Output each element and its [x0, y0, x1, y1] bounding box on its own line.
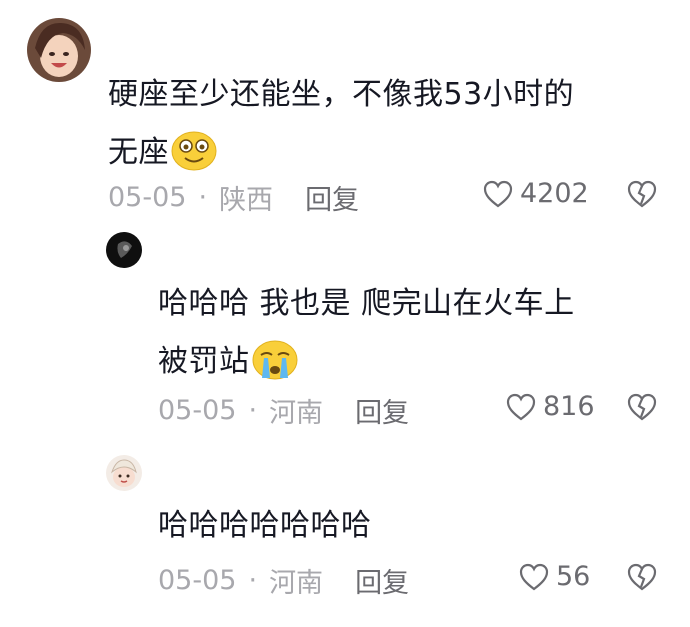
comment-location: 河南	[269, 398, 324, 429]
comment-text-content: 哈哈哈 我也是 爬完山在火车上	[158, 286, 575, 321]
comment-text: 硬座至少还能坐，不像我53小时的 无座	[108, 66, 668, 191]
comment-text-content: 硬座至少还能坐，不像我53小时的	[108, 77, 575, 112]
separator-dot: ·	[248, 565, 258, 596]
dislike-button[interactable]	[626, 393, 658, 425]
like-count: 4202	[520, 178, 589, 209]
girl-avatar-icon	[27, 18, 91, 82]
comment-text: 哈哈哈哈哈哈哈	[158, 497, 668, 555]
commenter-avatar[interactable]	[106, 455, 142, 491]
broken-heart-icon	[627, 180, 657, 208]
heart-icon	[483, 180, 513, 207]
dislike-button[interactable]	[626, 180, 658, 212]
comment-text-content-2: 被罚站	[158, 344, 250, 379]
reply-button[interactable]: 回复	[355, 561, 409, 600]
like-button[interactable]: 816	[505, 391, 595, 422]
reply-button[interactable]: 回复	[305, 178, 359, 217]
comment-meta: 05-05 · 河南 回复	[158, 561, 409, 600]
heart-icon	[506, 393, 536, 420]
comment-meta: 05-05 · 陕西 回复	[108, 178, 359, 217]
broken-heart-icon	[627, 393, 657, 421]
comment-date: 05-05	[158, 395, 237, 426]
comment-text: 哈哈哈 我也是 爬完山在火车上 被罚站	[158, 275, 668, 400]
comment-date: 05-05	[158, 565, 237, 596]
cartoon-avatar-icon	[106, 455, 142, 491]
like-count: 816	[543, 391, 595, 422]
like-button[interactable]: 56	[518, 561, 590, 592]
broken-heart-icon	[627, 563, 657, 591]
reply-button[interactable]: 回复	[355, 391, 409, 430]
comment-text-content: 哈哈哈哈哈哈哈	[158, 508, 372, 543]
heart-icon	[519, 563, 549, 590]
separator-dot: ·	[198, 182, 208, 213]
comment-meta: 05-05 · 河南 回复	[158, 391, 409, 430]
dislike-button[interactable]	[626, 563, 658, 595]
commenter-avatar[interactable]	[106, 232, 142, 268]
comment-text-content-2: 无座	[108, 135, 169, 170]
separator-dot: ·	[248, 395, 258, 426]
like-button[interactable]: 4202	[482, 178, 589, 209]
like-count: 56	[556, 561, 591, 592]
dark-avatar-icon	[106, 232, 142, 268]
comment-location: 河南	[269, 568, 324, 599]
comment-location: 陕西	[219, 185, 274, 216]
commenter-avatar[interactable]	[27, 18, 91, 82]
comment-date: 05-05	[108, 182, 187, 213]
